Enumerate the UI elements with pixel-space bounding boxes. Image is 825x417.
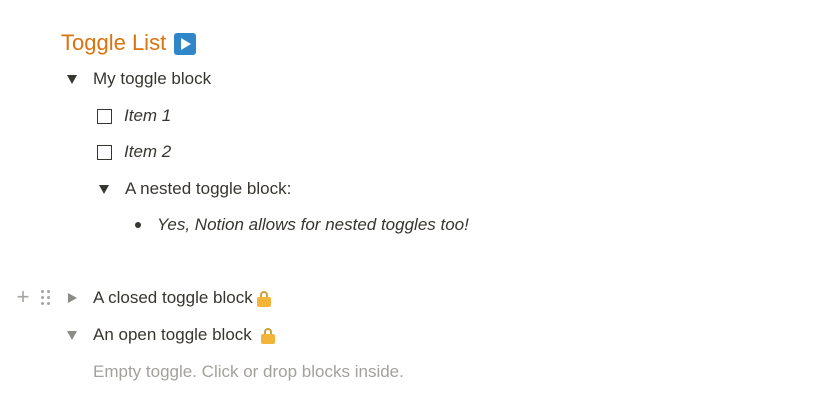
lock-icon <box>256 291 271 307</box>
page-title: Toggle List <box>61 30 167 55</box>
toggle-label[interactable]: A closed toggle block <box>93 288 253 308</box>
toggle-caret-down-icon[interactable] <box>67 74 77 84</box>
toggle-label[interactable]: A nested toggle block: <box>125 179 291 199</box>
bullet-icon <box>135 222 141 228</box>
todo-item-2[interactable]: Item 2 <box>97 142 171 162</box>
toggle-caret-right-icon[interactable] <box>68 293 77 303</box>
toggle-block-closed[interactable]: A closed toggle block <box>67 288 271 308</box>
empty-toggle-placeholder[interactable]: Empty toggle. Click or drop blocks insid… <box>93 362 404 382</box>
toggle-label[interactable]: An open toggle block <box>93 325 252 345</box>
toggle-block-my[interactable]: My toggle block <box>67 69 211 89</box>
drag-handle-icon[interactable] <box>40 289 52 305</box>
bulleted-list-item[interactable]: Yes, Notion allows for nested toggles to… <box>135 215 469 235</box>
todo-item-1[interactable]: Item 1 <box>97 106 171 126</box>
toggle-label[interactable]: My toggle block <box>93 69 211 89</box>
todo-label[interactable]: Item 1 <box>124 106 171 126</box>
play-button-icon <box>174 33 197 55</box>
bullet-text[interactable]: Yes, Notion allows for nested toggles to… <box>157 215 469 235</box>
placeholder-text[interactable]: Empty toggle. Click or drop blocks insid… <box>93 362 404 382</box>
toggle-caret-down-icon[interactable] <box>99 184 109 194</box>
toggle-block-open[interactable]: An open toggle block <box>67 325 275 345</box>
lock-icon <box>260 328 275 344</box>
page-heading: Toggle List <box>61 29 197 57</box>
toggle-caret-down-icon[interactable] <box>67 330 77 340</box>
todo-label[interactable]: Item 2 <box>124 142 171 162</box>
checkbox[interactable] <box>97 108 112 124</box>
checkbox[interactable] <box>97 144 112 160</box>
plus-icon[interactable]: + <box>14 286 32 308</box>
toggle-block-nested[interactable]: A nested toggle block: <box>99 179 291 199</box>
